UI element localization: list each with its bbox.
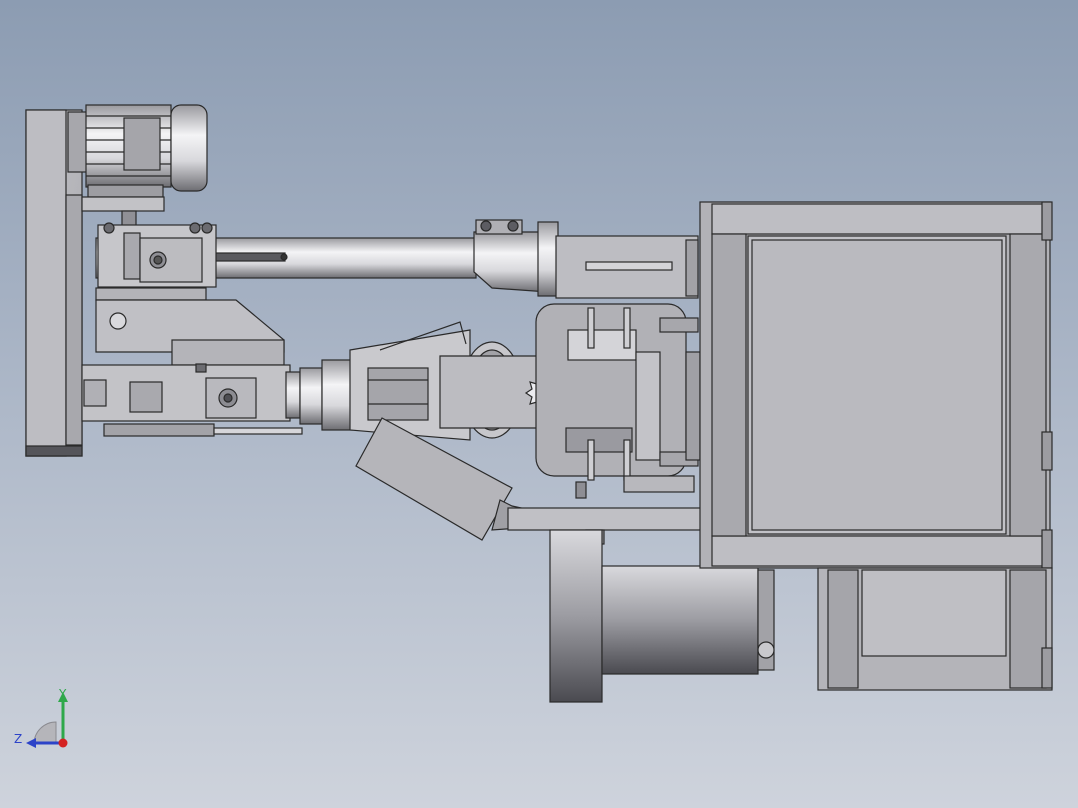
- upper-gearbox[interactable]: [97, 222, 217, 288]
- z-axis-arrowhead: [26, 738, 36, 748]
- lower-slide-unit[interactable]: [81, 363, 303, 437]
- triad-z-label: Z: [14, 732, 23, 746]
- machine-assembly-model[interactable]: [0, 0, 1078, 808]
- shaft-coupling[interactable]: [473, 219, 559, 297]
- origin-dot: [58, 738, 68, 748]
- upper-housing[interactable]: [555, 235, 699, 299]
- lower-cabinet-base[interactable]: [817, 567, 1053, 691]
- cad-viewport[interactable]: Y Z: [0, 0, 1078, 808]
- drive-motor[interactable]: [67, 104, 208, 232]
- triad-y-label: Y: [59, 687, 67, 701]
- main-frame-cabinet[interactable]: [699, 201, 1053, 569]
- lower-spindle[interactable]: [285, 359, 353, 431]
- mid-support-bracket[interactable]: [95, 287, 285, 366]
- view-orientation-triad: [26, 692, 68, 748]
- clamp-fixture[interactable]: [535, 303, 701, 493]
